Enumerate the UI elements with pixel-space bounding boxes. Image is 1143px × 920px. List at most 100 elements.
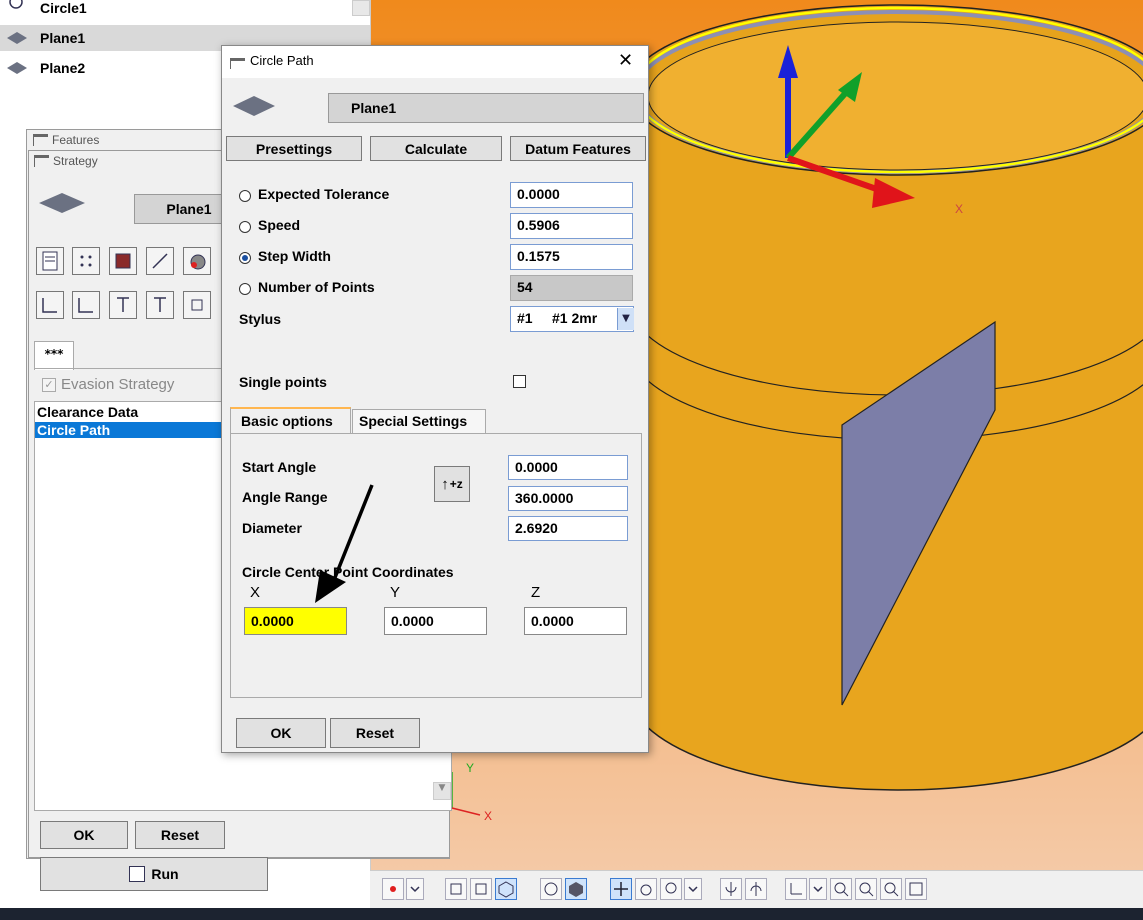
strategy-tool-5-icon[interactable] — [183, 291, 211, 319]
datum-features-button[interactable]: Datum Features — [510, 136, 646, 161]
hand-xyz-icon[interactable] — [660, 878, 682, 900]
strategy-tool-2-icon[interactable] — [72, 291, 100, 319]
orient-z-button[interactable]: ↑ +z — [434, 466, 470, 502]
diameter-field[interactable]: 2.6920 — [508, 516, 628, 541]
path-edit-icon[interactable] — [146, 247, 174, 275]
plane-icon — [7, 32, 27, 44]
checkbox-checked-icon: ✓ — [42, 377, 56, 392]
hand-icon[interactable] — [635, 878, 657, 900]
number-of-points-radio[interactable] — [239, 283, 251, 295]
z-label: Z — [531, 584, 541, 601]
step-width-radio[interactable] — [239, 252, 251, 264]
view-front-icon[interactable] — [445, 878, 467, 900]
plane-icon — [39, 193, 85, 213]
number-of-points-field: 54 — [510, 275, 633, 301]
stylus-select[interactable]: #1 #1 2mr — [510, 306, 634, 332]
tree-item[interactable]: Circle1 — [0, 0, 350, 22]
tree-item-label: Circle1 — [40, 0, 87, 16]
plane-icon — [233, 96, 275, 116]
evasion-strategy-checkbox[interactable]: ✓ Evasion Strategy — [42, 376, 174, 393]
strategy-tool-3-icon[interactable] — [109, 291, 137, 319]
rotate-left-icon[interactable] — [720, 878, 742, 900]
wireframe-icon[interactable] — [540, 878, 562, 900]
dropdown-arrow-icon[interactable] — [406, 878, 424, 900]
start-angle-label: Start Angle — [242, 459, 317, 475]
tab-basic-options[interactable]: Basic options — [230, 407, 351, 433]
start-angle-field[interactable]: 0.0000 — [508, 455, 628, 480]
dialog-titlebar[interactable]: Circle Path ✕ — [222, 46, 648, 78]
fit-view-icon[interactable] — [905, 878, 927, 900]
angle-range-label: Angle Range — [242, 489, 328, 505]
expected-tolerance-field[interactable]: 0.0000 — [510, 182, 633, 208]
zoom-in-icon[interactable] — [855, 878, 877, 900]
expected-tolerance-radio[interactable] — [239, 190, 251, 202]
zoom-out-icon[interactable] — [830, 878, 852, 900]
single-points-label: Single points — [239, 374, 327, 390]
axis-y-label: Y — [466, 761, 474, 775]
run-button[interactable]: Run — [40, 857, 268, 891]
orient-z-label: +z — [449, 477, 463, 491]
dialog-reset-button[interactable]: Reset — [330, 718, 420, 748]
view-back-icon[interactable] — [470, 878, 492, 900]
center-y-field[interactable]: 0.0000 — [384, 607, 487, 635]
presettings-button[interactable]: Presettings — [226, 136, 362, 161]
angle-range-field[interactable]: 360.0000 — [508, 486, 628, 511]
step-width-label: Step Width — [258, 248, 331, 264]
list-scrollbar[interactable]: ▼ — [433, 782, 451, 800]
evasion-strategy-label: Evasion Strategy — [61, 376, 175, 393]
diameter-label: Diameter — [242, 520, 302, 536]
dialog-ok-button[interactable]: OK — [236, 718, 326, 748]
pan-move-icon[interactable] — [610, 878, 632, 900]
stylus-label: Stylus — [239, 311, 282, 327]
plane-icon — [7, 62, 27, 74]
x-label: X — [250, 584, 261, 601]
speed-label: Speed — [258, 217, 301, 233]
tree-scroll-up[interactable] — [352, 0, 370, 16]
triad-x-label: X — [955, 202, 963, 216]
arrow-up-icon: ↑ — [441, 475, 449, 493]
close-icon[interactable]: ✕ — [618, 50, 633, 71]
view-iso-icon[interactable] — [495, 878, 517, 900]
probe-icon[interactable] — [183, 247, 211, 275]
strategy-window-title: Strategy — [53, 154, 98, 168]
taskbar — [0, 908, 1143, 920]
grid-icon[interactable] — [109, 247, 137, 275]
chevron-down-icon[interactable]: ▼ — [617, 308, 634, 330]
tree-item-label: Plane2 — [40, 60, 86, 76]
axis-x-label: X — [484, 809, 492, 823]
strategy-reset-button[interactable]: Reset — [135, 821, 225, 849]
dropdown-arrow-icon[interactable] — [809, 878, 827, 900]
tree-item-label: Plane1 — [40, 30, 86, 46]
run-icon — [129, 866, 146, 882]
center-z-field[interactable]: 0.0000 — [524, 607, 627, 635]
number-of-points-label: Number of Points — [258, 279, 375, 295]
window-icon — [34, 155, 49, 167]
features-window-title: Features — [52, 133, 100, 147]
document-icon[interactable] — [36, 247, 64, 275]
zoom-icon[interactable] — [880, 878, 902, 900]
shaded-icon[interactable] — [565, 878, 587, 900]
strategy-tab[interactable]: *** — [34, 341, 74, 370]
expected-tolerance-label: Expected Tolerance — [258, 186, 390, 202]
center-x-field[interactable]: 0.0000 — [244, 607, 347, 635]
window-icon — [33, 134, 48, 146]
step-width-field[interactable]: 0.1575 — [510, 244, 633, 270]
record-dot-icon[interactable] — [382, 878, 404, 900]
run-label: Run — [151, 866, 179, 882]
strategy-tool-4-icon[interactable] — [146, 291, 174, 319]
rotate-right-icon[interactable] — [745, 878, 767, 900]
circle-center-title: Circle Center Point Coordinates — [242, 564, 454, 580]
speed-field[interactable]: 0.5906 — [510, 213, 633, 239]
dropdown-arrow-icon[interactable] — [684, 878, 702, 900]
strategy-ok-button[interactable]: OK — [40, 821, 128, 849]
axis-icon[interactable] — [785, 878, 807, 900]
tab-special-settings[interactable]: Special Settings — [352, 409, 486, 433]
dialog-title: Circle Path — [250, 53, 314, 68]
list-item[interactable]: Circle Path — [35, 422, 227, 438]
points-icon[interactable] — [72, 247, 100, 275]
calculate-button[interactable]: Calculate — [370, 136, 502, 161]
strategy-tool-1-icon[interactable] — [36, 291, 64, 319]
single-points-checkbox[interactable] — [513, 375, 526, 388]
speed-radio[interactable] — [239, 221, 251, 233]
window-icon — [230, 58, 245, 69]
